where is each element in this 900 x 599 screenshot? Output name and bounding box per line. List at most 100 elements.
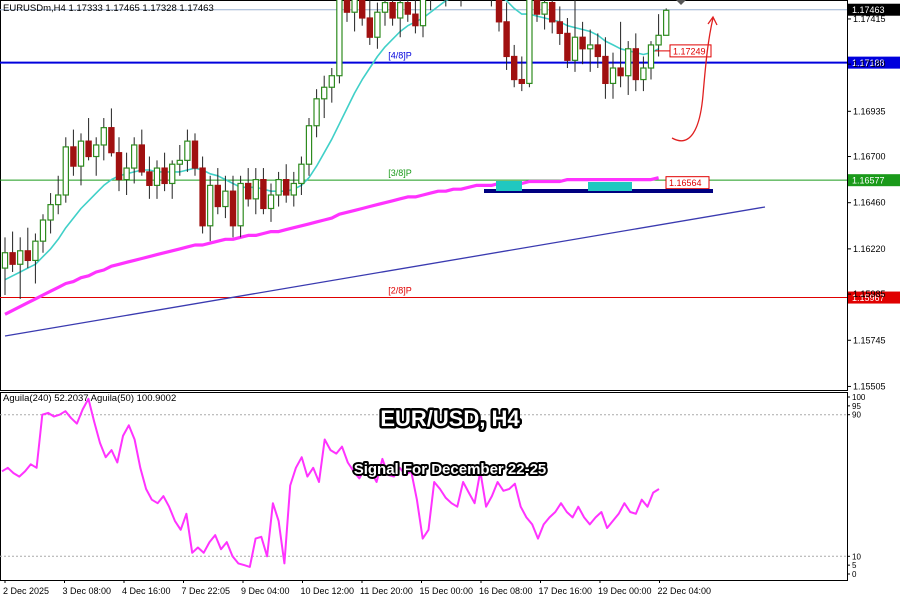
bear-candle-body — [214, 184, 221, 208]
price-tick-label: 1.16220 — [853, 244, 886, 254]
bear-candle-body — [9, 252, 16, 265]
price-tick-label: 1.16460 — [853, 198, 886, 208]
bear-candle-body — [389, 1, 396, 19]
bear-candle-body — [594, 44, 602, 58]
bull-candle-body — [32, 240, 39, 262]
murrey-price-tag-text: 1.16577 — [852, 176, 885, 186]
bear-candle-body — [556, 21, 564, 34]
bull-candle-body — [47, 204, 54, 221]
oscillator-tick-label: 95 — [852, 402, 861, 411]
support-marker-left — [496, 181, 522, 191]
price-tick-label: 1.16700 — [853, 152, 886, 162]
murrey-level-label: [4/8]P — [388, 51, 412, 61]
bear-candle-body — [412, 13, 419, 27]
chart-root: [6/8]P1.18408[5/8]P1.17798[4/8]P1.17188[… — [0, 0, 900, 599]
bear-candle-body — [138, 144, 145, 173]
bull-candle-body — [39, 219, 47, 242]
bull-candle-body — [92, 144, 100, 158]
bull-candle-body — [397, 1, 404, 19]
bull-candle-body — [313, 98, 320, 127]
time-tick-label: 4 Dec 16:00 — [122, 586, 171, 596]
candle — [526, 0, 533, 88]
bull-candle-body — [655, 34, 662, 46]
bear-candle-body — [108, 127, 115, 154]
time-tick-label: 7 Dec 22:05 — [182, 586, 231, 596]
bear-candle-body — [24, 250, 32, 262]
candle — [199, 156, 206, 234]
time-tick-label: 17 Dec 16:00 — [539, 586, 593, 596]
bull-candle-body — [374, 11, 381, 38]
bull-candle-body — [541, 1, 548, 15]
bear-candle-body — [366, 17, 374, 38]
bull-candle-body — [176, 159, 183, 165]
oscillator-tick-label: 90 — [852, 411, 861, 420]
time-tick-label: 2 Dec 2025 — [3, 586, 49, 596]
oscillator-tick-label: 100 — [852, 393, 866, 402]
bull-candle-body — [381, 1, 389, 13]
bull-candle-body — [153, 167, 161, 186]
bull-candle-body — [624, 48, 632, 77]
bear-candle-body — [404, 1, 412, 15]
bear-candle-body — [495, 0, 503, 23]
time-tick-label: 15 Dec 00:00 — [420, 586, 474, 596]
bull-candle-body — [662, 9, 670, 36]
bear-candle-body — [70, 146, 77, 167]
time-tick-label: 10 Dec 12:00 — [301, 586, 355, 596]
bear-candle-body — [260, 179, 267, 210]
murrey-level-label: [2/8]P — [388, 286, 412, 296]
price-tick-label: 1.15985 — [853, 289, 886, 299]
bear-candle-body — [85, 140, 92, 158]
bear-candle-body — [161, 167, 168, 185]
price-tick-label: 1.15505 — [853, 381, 886, 391]
candle — [336, 0, 343, 84]
bull-candle-body — [131, 144, 138, 169]
bear-candle-body — [632, 48, 640, 81]
oscillator-tick-label: 10 — [852, 552, 861, 561]
bull-candle-body — [526, 0, 533, 85]
bull-candle-body — [305, 125, 313, 165]
time-tick-label: 16 Dec 08:00 — [479, 586, 533, 596]
bear-candle-body — [146, 171, 153, 186]
trading-chart[interactable]: [6/8]P1.18408[5/8]P1.17798[4/8]P1.17188[… — [0, 0, 900, 599]
bear-candle-body — [503, 21, 510, 58]
marked-level-tag-text: 1.17249 — [673, 46, 706, 56]
overlay-subtitle: Signal For December 22-25 — [354, 461, 547, 478]
time-tick-label: 9 Dec 04:00 — [241, 586, 290, 596]
bear-candle-body — [199, 167, 206, 227]
bull-candle-body — [298, 163, 305, 185]
support-marker-right — [588, 182, 632, 191]
bear-candle-body — [359, 0, 366, 19]
bull-candle-body — [351, 0, 358, 13]
bull-candle-body — [275, 179, 282, 196]
time-tick-label: 22 Dec 04:00 — [658, 586, 712, 596]
bull-candle-body — [237, 182, 244, 227]
bull-candle-body — [336, 0, 343, 77]
bear-candle-body — [511, 55, 518, 81]
bull-candle-body — [571, 36, 579, 61]
bull-candle-body — [647, 44, 655, 69]
price-tick-label: 1.17180 — [853, 59, 886, 69]
bull-candle-body — [184, 140, 191, 161]
bear-candle-body — [229, 190, 237, 227]
bull-candle-body — [17, 250, 24, 265]
bear-candle-body — [245, 182, 252, 200]
bull-candle-body — [54, 194, 62, 206]
bear-candle-body — [579, 36, 586, 50]
bull-candle-body — [169, 163, 176, 185]
bear-candle-body — [343, 0, 351, 13]
bull-candle-body — [586, 44, 594, 50]
bull-candle-body — [419, 0, 427, 27]
overlay-title: EUR/USD, H4 — [380, 406, 520, 431]
bull-candle-body — [252, 179, 259, 200]
bear-candle-body — [548, 1, 556, 23]
bull-candle-body — [207, 184, 214, 227]
time-tick-label: 11 Dec 20:00 — [360, 586, 413, 596]
oscillator-tick-label: 5 — [852, 561, 857, 570]
bull-candle-body — [290, 182, 298, 196]
marked-level-tag-text: 1.16564 — [669, 178, 702, 188]
murrey-level-label: [3/8]P — [388, 168, 412, 178]
oscillator-tick-label: 0 — [852, 570, 857, 579]
price-tick-label: 1.17415 — [853, 14, 886, 24]
bear-candle-body — [602, 55, 609, 85]
bull-candle-body — [267, 194, 275, 210]
